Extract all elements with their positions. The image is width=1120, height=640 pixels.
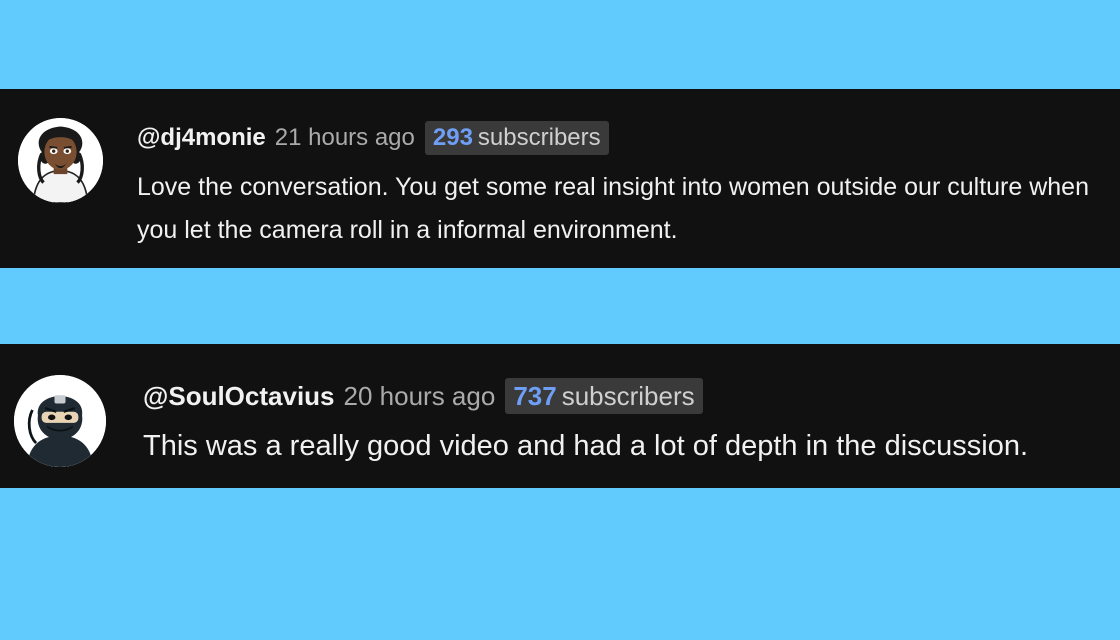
subscriber-badge: 293 subscribers [424, 121, 609, 155]
comment-time[interactable]: 21 hours ago [275, 124, 415, 152]
comment-text: Love the conversation. You get some real… [137, 173, 1089, 244]
subscriber-count: 293 [432, 124, 473, 151]
avatar-image [14, 375, 106, 467]
avatar-image [18, 118, 103, 203]
comment-header: @dj4monie 21 hours ago 293 subscribers [137, 121, 609, 155]
author-handle[interactable]: @SoulOctavius [143, 381, 335, 412]
comment-text: This was a really good video and had a l… [143, 430, 1029, 462]
subscriber-count: 737 [513, 380, 557, 411]
comment-card: @dj4monie 21 hours ago 293 subscribers L… [0, 89, 1120, 268]
subscriber-label: subscribers [477, 124, 601, 151]
comment-time[interactable]: 20 hours ago [344, 381, 496, 412]
masked-ninja-avatar-icon[interactable] [14, 375, 106, 467]
comment-header: @SoulOctavius 20 hours ago 737 subscribe… [143, 378, 703, 414]
subscriber-label: subscribers [561, 380, 695, 411]
page: { "comments": [ { "author": "@dj4monie",… [0, 0, 1120, 640]
comment-card: @SoulOctavius 20 hours ago 737 subscribe… [0, 344, 1120, 488]
subscriber-badge: 737 subscribers [505, 378, 703, 414]
cartoon-man-avatar-icon[interactable] [18, 118, 103, 203]
author-handle[interactable]: @dj4monie [137, 124, 266, 152]
